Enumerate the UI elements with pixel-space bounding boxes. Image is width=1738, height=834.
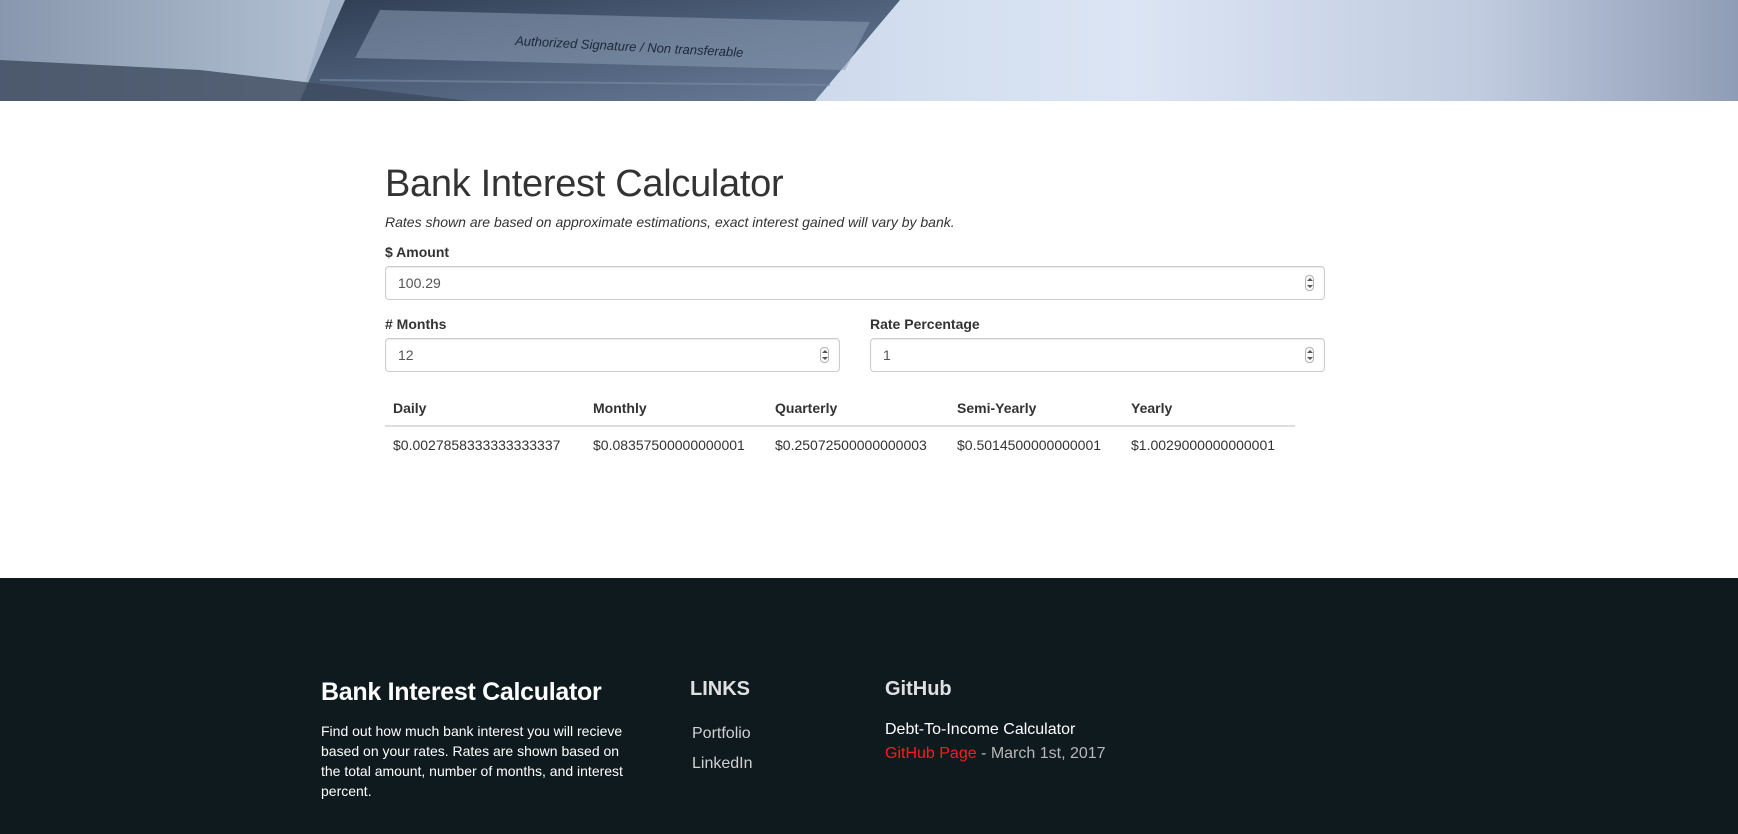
link-linkedin[interactable]: LinkedIn — [692, 749, 753, 779]
github-project-date: - March 1st, 2017 — [976, 745, 1106, 762]
page-title: Bank Interest Calculator — [385, 163, 784, 205]
months-label: # Months — [385, 316, 447, 332]
links-heading: LINKS — [690, 678, 750, 700]
rate-field — [870, 338, 1325, 372]
amount-spinner-icon[interactable] — [1305, 275, 1314, 291]
value-semi-yearly: $0.5014500000000001 — [957, 437, 1102, 453]
amount-group: $ Amount — [385, 244, 1325, 300]
github-project-line: GitHub Page - March 1st, 2017 — [885, 745, 1106, 763]
footer-description: Find out how much bank interest you will… — [321, 723, 623, 799]
disclaimer-text: Rates shown are based on approximate est… — [385, 214, 955, 230]
table-header-row: Daily Monthly Quarterly Semi-Yearly Year… — [385, 392, 1295, 427]
interest-results-table: Daily Monthly Quarterly Semi-Yearly Year… — [385, 392, 1295, 463]
months-rate-row: # Months Rate Percentage — [385, 316, 1325, 372]
link-portfolio[interactable]: Portfolio — [692, 719, 753, 749]
github-page-link[interactable]: GitHub Page — [885, 745, 977, 762]
rate-group: Rate Percentage — [870, 316, 1325, 372]
rate-spinner-icon[interactable] — [1305, 347, 1314, 363]
table-row: $0.0027858333333333337 $0.08357500000000… — [385, 426, 1295, 463]
github-project-name: Debt-To-Income Calculator — [885, 721, 1076, 738]
months-field — [385, 338, 840, 372]
hero-banner: Authorized Signature / Non transferable — [0, 0, 1738, 101]
amount-label: $ Amount — [385, 244, 450, 260]
header-daily: Daily — [385, 392, 585, 427]
value-daily: $0.0027858333333333337 — [393, 437, 561, 453]
footer-about: Bank Interest Calculator Find out how mu… — [321, 678, 631, 801]
amount-field — [385, 266, 1325, 300]
site-footer: Bank Interest Calculator Find out how mu… — [0, 578, 1738, 834]
value-quarterly: $0.25072500000000003 — [775, 437, 927, 453]
header-monthly: Monthly — [585, 392, 767, 427]
amount-input[interactable] — [386, 267, 1324, 299]
months-group: # Months — [385, 316, 840, 372]
footer-title: Bank Interest Calculator — [321, 678, 602, 706]
months-input[interactable] — [386, 339, 839, 371]
header-quarterly: Quarterly — [767, 392, 949, 427]
header-semi-yearly: Semi-Yearly — [949, 392, 1123, 427]
calculator-panel: Bank Interest Calculator Rates shown are… — [385, 160, 1325, 463]
rate-input[interactable] — [871, 339, 1324, 371]
rate-label: Rate Percentage — [870, 316, 980, 332]
value-monthly: $0.08357500000000001 — [593, 437, 745, 453]
links-list: Portfolio LinkedIn — [692, 719, 753, 779]
value-yearly: $1.0029000000000001 — [1131, 437, 1276, 453]
header-yearly: Yearly — [1123, 392, 1295, 427]
github-heading: GitHub — [885, 678, 952, 700]
credit-card-photo: Authorized Signature / Non transferable — [0, 0, 900, 101]
footer-github: GitHub Debt-To-Income Calculator GitHub … — [885, 678, 1106, 763]
footer-links: LINKS Portfolio LinkedIn — [690, 678, 753, 779]
months-spinner-icon[interactable] — [820, 347, 829, 363]
